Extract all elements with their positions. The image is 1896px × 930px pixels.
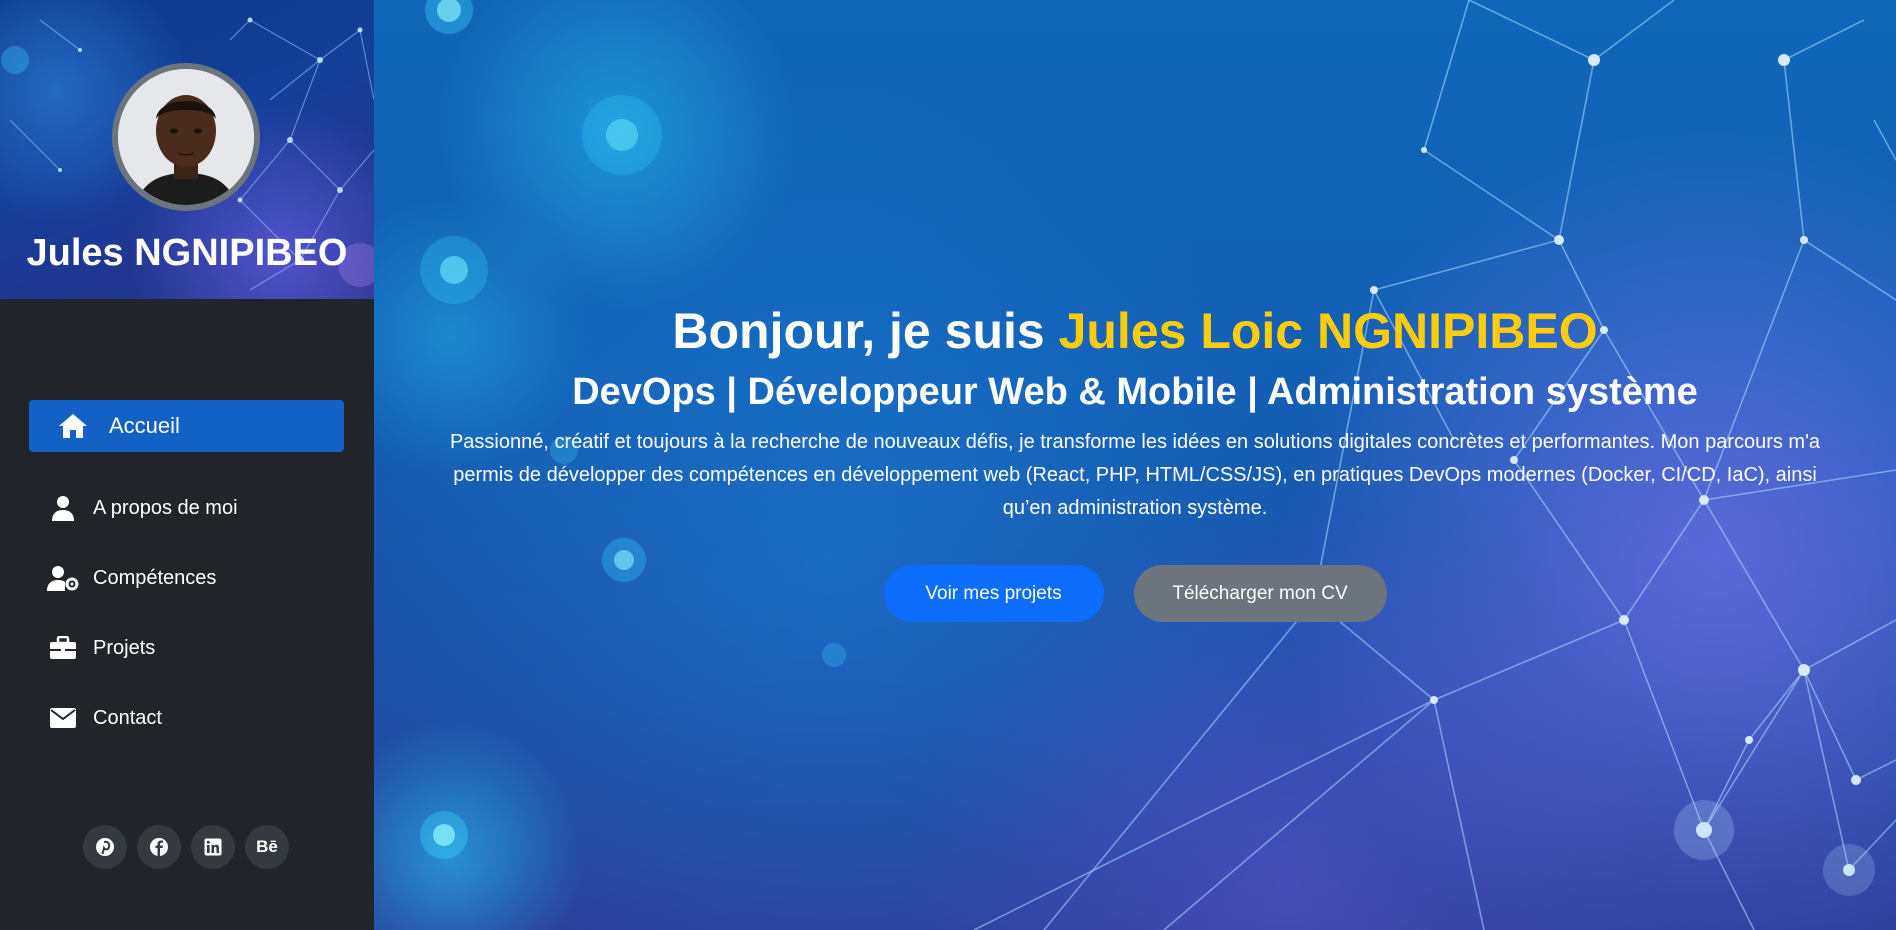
- hero-content: Bonjour, je suis Jules Loic NGNIPIBEO De…: [374, 300, 1896, 622]
- sidebar-item-projets[interactable]: Projets: [29, 622, 344, 674]
- hero-name: Jules Loic NGNIPIBEO: [1058, 303, 1598, 359]
- social-links: Bē: [83, 825, 289, 869]
- user-icon: [45, 493, 81, 523]
- behance-icon: Bē: [256, 837, 278, 856]
- sidebar: Jules NGNIPIBEO Accueil A propos de moi …: [0, 0, 374, 930]
- sidebar-item-competences[interactable]: Compétences: [29, 552, 344, 604]
- profile-name: Jules NGNIPIBEO: [26, 232, 348, 274]
- sidebar-nav: Accueil A propos de moi Compétences Proj…: [29, 400, 344, 744]
- sidebar-item-label: Projets: [93, 636, 156, 659]
- hero-title: Bonjour, je suis Jules Loic NGNIPIBEO: [374, 300, 1896, 362]
- hero-section: Bonjour, je suis Jules Loic NGNIPIBEO De…: [374, 0, 1896, 930]
- sidebar-item-a-propos[interactable]: A propos de moi: [29, 482, 344, 534]
- avatar: [112, 63, 260, 211]
- envelope-icon: [45, 703, 81, 733]
- linkedin-icon: [204, 838, 222, 856]
- linkedin-link[interactable]: [191, 825, 235, 869]
- download-cv-button[interactable]: Télécharger mon CV: [1133, 565, 1387, 622]
- facebook-icon: [150, 838, 168, 856]
- pinterest-link[interactable]: [83, 825, 127, 869]
- sidebar-item-label: Accueil: [109, 413, 180, 438]
- hero-subtitle: DevOps | Développeur Web & Mobile | Admi…: [572, 371, 1698, 413]
- hero-buttons: Voir mes projets Télécharger mon CV: [374, 565, 1896, 622]
- user-gear-icon: [45, 563, 81, 593]
- home-icon: [55, 411, 91, 441]
- sidebar-item-accueil[interactable]: Accueil: [29, 400, 344, 452]
- pinterest-icon: [96, 838, 114, 856]
- sidebar-item-label: Compétences: [93, 566, 217, 589]
- briefcase-icon: [45, 633, 81, 663]
- facebook-link[interactable]: [137, 825, 181, 869]
- profile-header: Jules NGNIPIBEO: [0, 0, 374, 299]
- sidebar-item-contact[interactable]: Contact: [29, 692, 344, 744]
- sidebar-item-label: Contact: [93, 706, 162, 729]
- sidebar-item-label: A propos de moi: [93, 496, 238, 519]
- behance-link[interactable]: Bē: [245, 825, 289, 869]
- hero-greeting: Bonjour, je suis: [672, 303, 1059, 359]
- hero-description: Passionné, créatif et toujours à la rech…: [449, 431, 1821, 519]
- view-projects-button[interactable]: Voir mes projets: [883, 565, 1104, 622]
